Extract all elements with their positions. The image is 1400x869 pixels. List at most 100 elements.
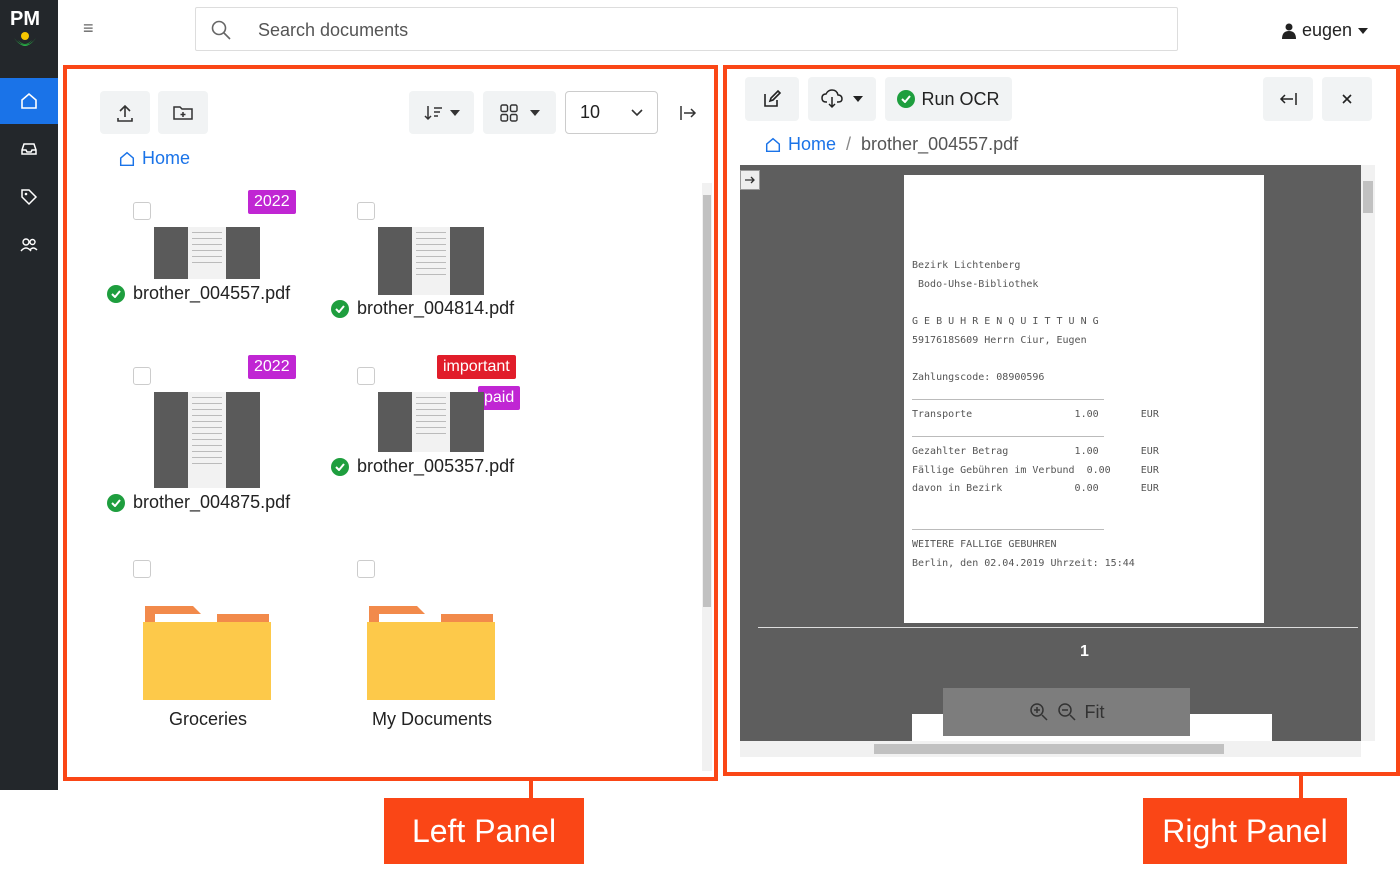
document-name[interactable]: brother_004814.pdf [331, 298, 514, 319]
pdf-viewer[interactable]: Bezirk Lichtenberg Bodo-Uhse-Bibliothek … [740, 165, 1361, 757]
upload-button[interactable] [100, 91, 150, 134]
divider [912, 436, 1104, 437]
grid-icon [499, 103, 518, 122]
receipt-line: Bodo-Uhse-Bibliothek [912, 279, 1039, 290]
home-icon [765, 137, 781, 152]
divider [912, 529, 1104, 530]
document-name[interactable]: brother_005357.pdf [331, 456, 514, 477]
menu-icon[interactable]: ≡ [83, 18, 94, 39]
folder-name[interactable]: Groceries [128, 709, 288, 730]
run-ocr-label: Run OCR [921, 88, 1000, 109]
folder-plus-icon [173, 105, 193, 120]
home-icon [119, 151, 135, 166]
breadcrumb: Home [118, 148, 190, 169]
caret-down-icon [449, 109, 460, 116]
app-logo[interactable]: PM [0, 0, 58, 79]
view-mode-button[interactable] [483, 91, 556, 134]
run-ocr-button[interactable]: Run OCR [885, 77, 1012, 121]
document-thumbnail[interactable] [154, 227, 260, 279]
check-circle-icon [107, 493, 125, 512]
left-scrollbar[interactable] [702, 183, 712, 771]
receipt-line: davon in Bezirk 0.00 EUR [912, 483, 1159, 494]
arrow-left-bar-icon [1279, 93, 1297, 105]
scrollbar-thumb[interactable] [703, 195, 711, 607]
fit-button[interactable]: Fit [1085, 702, 1105, 723]
pdf-page: Bezirk Lichtenberg Bodo-Uhse-Bibliothek … [904, 175, 1264, 623]
zoom-out-icon[interactable] [1057, 702, 1077, 722]
receipt-line: Fällige Gebühren im Verbund 0.00 EUR [912, 465, 1159, 476]
page-number: 1 [1080, 643, 1089, 660]
caret-down-icon [529, 109, 540, 116]
divider [912, 399, 1104, 400]
document-thumbnail[interactable] [154, 392, 260, 488]
receipt-line: 5917618S609 Herrn Ciur, Eugen [912, 335, 1087, 346]
nav-tags[interactable] [0, 174, 58, 220]
check-circle-icon [897, 90, 916, 108]
cloud-download-icon [821, 89, 843, 109]
zoom-in-icon[interactable] [1029, 702, 1049, 722]
receipt-line: Transporte 1.00 EUR [912, 409, 1159, 420]
zoom-controls: Fit [943, 688, 1190, 736]
sidebar: PM [0, 0, 58, 790]
users-icon [20, 238, 38, 252]
download-button[interactable] [808, 77, 876, 121]
folder-icon[interactable] [143, 604, 273, 702]
edit-button[interactable] [745, 77, 799, 121]
folder-icon[interactable] [367, 604, 497, 702]
breadcrumb-current: brother_004557.pdf [861, 134, 1019, 154]
document-thumbnail[interactable] [378, 392, 484, 452]
nav-inbox[interactable] [0, 126, 58, 172]
document-name[interactable]: brother_004557.pdf [107, 283, 290, 304]
tag-badge[interactable]: 2022 [248, 355, 296, 379]
sort-button[interactable] [409, 91, 474, 134]
document-checkbox[interactable] [133, 202, 151, 220]
receipt-line: WEITERE FALLIGE GEBUHREN [912, 539, 1057, 550]
receipt-line: Bezirk Lichtenberg [912, 260, 1021, 271]
expand-panel-button[interactable] [668, 91, 708, 134]
document-checkbox[interactable] [133, 367, 151, 385]
receipt-line: Zahlungscode: 08900596 [912, 372, 1045, 383]
tag-badge[interactable]: paid [478, 386, 521, 410]
user-menu[interactable]: eugen [1282, 20, 1369, 41]
breadcrumb-home[interactable]: Home [788, 134, 836, 155]
breadcrumb-home[interactable]: Home [142, 148, 190, 169]
per-page-select[interactable]: 10 [565, 91, 658, 134]
leaf-icon [14, 32, 36, 46]
search-input[interactable]: Search documents [195, 7, 1178, 51]
receipt-line: Berlin, den 02.04.2019 Uhrzeit: 15:44 [912, 558, 1135, 569]
receipt-line: G E B U H R E N Q U I T T U N G [912, 316, 1099, 327]
viewer-vertical-scrollbar[interactable] [1361, 165, 1375, 741]
right-panel-callout: Right Panel [1143, 798, 1347, 864]
document-thumbnail[interactable] [378, 227, 484, 295]
callout-line [1299, 776, 1303, 798]
check-circle-icon [331, 299, 349, 318]
upload-icon [117, 104, 133, 122]
folder-checkbox[interactable] [357, 560, 375, 578]
home-icon [21, 92, 37, 109]
scrollbar-thumb[interactable] [1363, 181, 1373, 213]
scrollbar-thumb[interactable] [874, 744, 1224, 754]
new-folder-button[interactable] [158, 91, 208, 134]
left-panel-callout: Left Panel [384, 798, 584, 864]
horizontal-scrollbar[interactable] [740, 741, 1361, 757]
document-name[interactable]: brother_004875.pdf [107, 492, 290, 513]
document-name-text: brother_004814.pdf [357, 298, 515, 318]
close-button[interactable] [1322, 77, 1372, 121]
sidebar-toggle[interactable] [740, 170, 760, 190]
document-name-text: brother_004875.pdf [133, 492, 291, 512]
tag-badge[interactable]: important [437, 355, 516, 379]
document-name-text: brother_004557.pdf [133, 283, 291, 303]
document-checkbox[interactable] [357, 367, 375, 385]
breadcrumb: Home / brother_004557.pdf [764, 134, 1018, 155]
tag-badge[interactable]: 2022 [248, 190, 296, 214]
caret-down-icon [853, 96, 863, 102]
folder-checkbox[interactable] [133, 560, 151, 578]
search-icon [211, 20, 231, 40]
document-checkbox[interactable] [357, 202, 375, 220]
nav-home[interactable] [0, 78, 58, 124]
sort-icon [423, 105, 442, 120]
collapse-panel-button[interactable] [1263, 77, 1313, 121]
nav-users[interactable] [0, 222, 58, 268]
receipt-line: Gezahlter Betrag 1.00 EUR [912, 446, 1159, 457]
folder-name[interactable]: My Documents [352, 709, 512, 730]
